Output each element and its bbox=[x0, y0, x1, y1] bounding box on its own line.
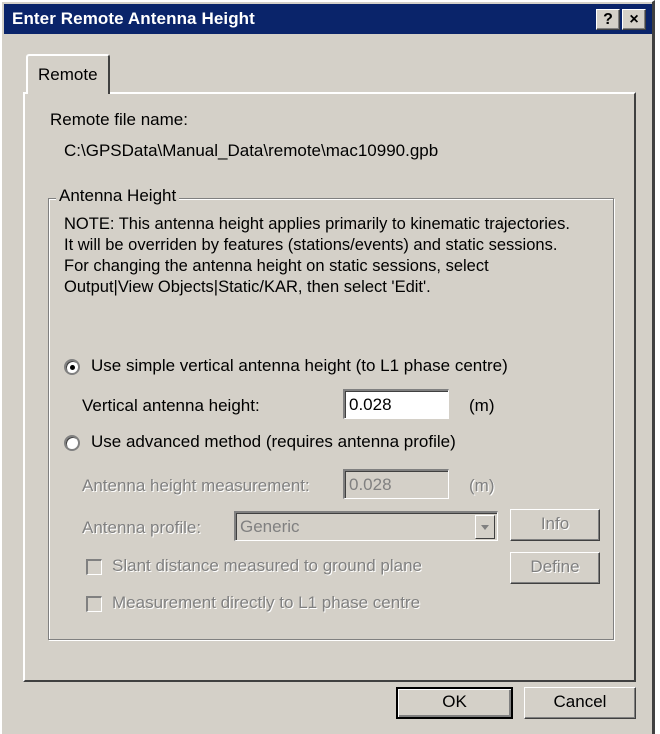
simple-method-label[interactable]: Use simple vertical antenna height (to L… bbox=[91, 356, 508, 376]
antenna-measurement-input[interactable]: 0.028 bbox=[343, 469, 449, 499]
antenna-measurement-unit: (m) bbox=[469, 476, 495, 495]
remote-file-path: C:\GPSData\Manual_Data\remote\mac10990.g… bbox=[64, 141, 439, 160]
vertical-height-label: Vertical antenna height: bbox=[82, 396, 260, 415]
radio-selected-dot bbox=[70, 365, 75, 370]
advanced-method-label[interactable]: Use advanced method (requires antenna pr… bbox=[91, 432, 456, 452]
help-icon: ? bbox=[603, 11, 613, 28]
define-button[interactable]: Define bbox=[510, 552, 600, 584]
slant-distance-checkbox[interactable] bbox=[86, 559, 102, 575]
tab-remote[interactable]: Remote bbox=[26, 54, 110, 94]
help-button[interactable]: ? bbox=[596, 9, 620, 30]
window-title: Enter Remote Antenna Height bbox=[12, 9, 255, 28]
vertical-height-input[interactable]: 0.028 bbox=[343, 389, 449, 419]
cancel-button[interactable]: Cancel bbox=[524, 687, 636, 719]
tab-remote-label: Remote bbox=[38, 65, 98, 84]
info-button[interactable]: Info bbox=[510, 509, 600, 541]
antenna-height-dialog: Enter Remote Antenna Height ? × Remote R… bbox=[0, 0, 655, 734]
advanced-method-radio[interactable] bbox=[64, 435, 80, 451]
simple-method-radio[interactable] bbox=[64, 359, 80, 375]
antenna-profile-select[interactable]: Generic bbox=[234, 511, 498, 541]
antenna-height-group-label: Antenna Height bbox=[56, 186, 180, 206]
antenna-profile-value: Generic bbox=[240, 517, 300, 536]
close-button[interactable]: × bbox=[622, 9, 646, 30]
title-bar[interactable]: Enter Remote Antenna Height ? × bbox=[4, 4, 652, 34]
slant-distance-label[interactable]: Slant distance measured to ground plane bbox=[112, 556, 422, 576]
close-icon: × bbox=[629, 11, 639, 28]
antenna-profile-label: Antenna profile: bbox=[82, 518, 202, 537]
remote-file-label: Remote file name: bbox=[50, 110, 188, 129]
direct-measurement-checkbox[interactable] bbox=[86, 596, 102, 612]
antenna-note: NOTE: This antenna height applies primar… bbox=[64, 215, 570, 296]
vertical-height-unit: (m) bbox=[469, 396, 495, 415]
direct-measurement-label[interactable]: Measurement directly to L1 phase centre bbox=[112, 593, 420, 613]
chevron-down-icon[interactable] bbox=[475, 515, 495, 539]
ok-button[interactable]: OK bbox=[396, 687, 513, 719]
antenna-measurement-label: Antenna height measurement: bbox=[82, 476, 310, 495]
